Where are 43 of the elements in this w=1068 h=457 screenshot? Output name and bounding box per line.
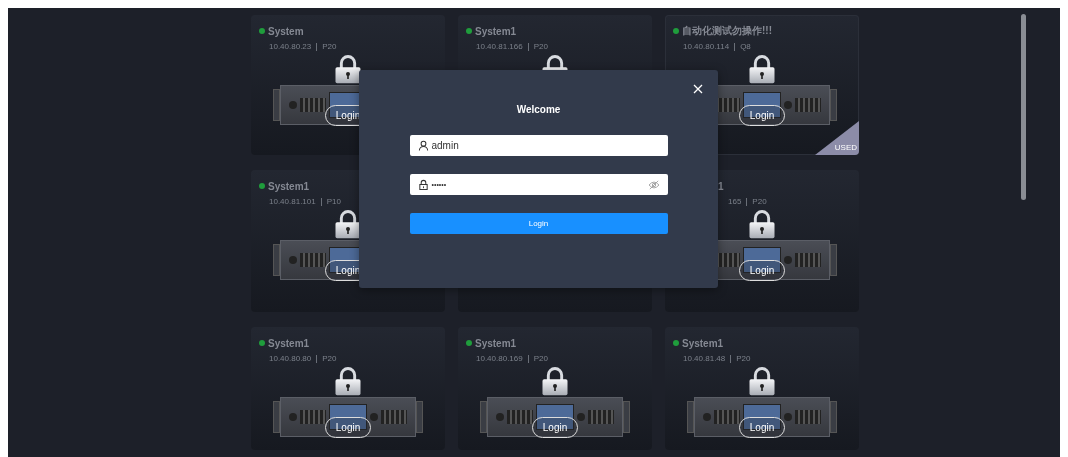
device-name: System xyxy=(268,25,304,37)
login-button[interactable]: Login xyxy=(739,260,785,281)
ip-address: 10.40.81.166 xyxy=(476,42,523,51)
device-name: System1 xyxy=(682,337,724,349)
model-label: P20 xyxy=(752,197,767,206)
device-name: 自动化测试勿操作!!! xyxy=(682,24,772,38)
model-label: Q8 xyxy=(740,42,751,51)
lock-icon xyxy=(417,179,429,190)
padlock-icon xyxy=(333,54,363,84)
ip-address: 10.40.80.80 xyxy=(269,354,312,363)
model-label: P20 xyxy=(533,354,548,363)
scrollbar[interactable] xyxy=(1021,14,1026,200)
username-field[interactable]: admin xyxy=(409,135,668,156)
close-icon[interactable] xyxy=(693,84,703,94)
model-label: P20 xyxy=(736,354,751,363)
used-corner-badge: USED xyxy=(815,121,859,155)
ip-address: 10.40.81.48 xyxy=(683,354,726,363)
login-button[interactable]: Login xyxy=(325,417,371,438)
device-name: System1 xyxy=(268,180,310,192)
ip-address: 10.40.80.23 xyxy=(269,42,312,51)
model-label: P20 xyxy=(322,42,337,51)
device-name: 1 xyxy=(718,180,724,192)
ip-address: 10.40.80.114 xyxy=(683,42,730,51)
padlock-icon xyxy=(747,54,777,84)
device-name: System1 xyxy=(268,337,310,349)
login-button[interactable]: Login xyxy=(739,105,785,126)
ip-address: 165 xyxy=(728,197,742,206)
padlock-icon xyxy=(747,209,777,239)
login-button[interactable]: Login xyxy=(532,417,578,438)
user-icon xyxy=(417,140,429,151)
model-label: P20 xyxy=(322,354,337,363)
model-label: P20 xyxy=(533,42,548,51)
login-button[interactable]: Login xyxy=(739,417,785,438)
device-name: System1 xyxy=(475,337,517,349)
hidden-eye-icon[interactable] xyxy=(647,179,660,190)
padlock-icon xyxy=(747,366,777,396)
model-label: P10 xyxy=(326,197,341,206)
padlock-icon xyxy=(540,366,570,396)
ip-address: 10.40.80.169 xyxy=(476,354,523,363)
padlock-icon xyxy=(333,366,363,396)
device-name: System1 xyxy=(475,25,517,37)
dialog-title: Welcome xyxy=(516,104,561,115)
ip-address: 10.40.81.101 xyxy=(269,197,316,206)
